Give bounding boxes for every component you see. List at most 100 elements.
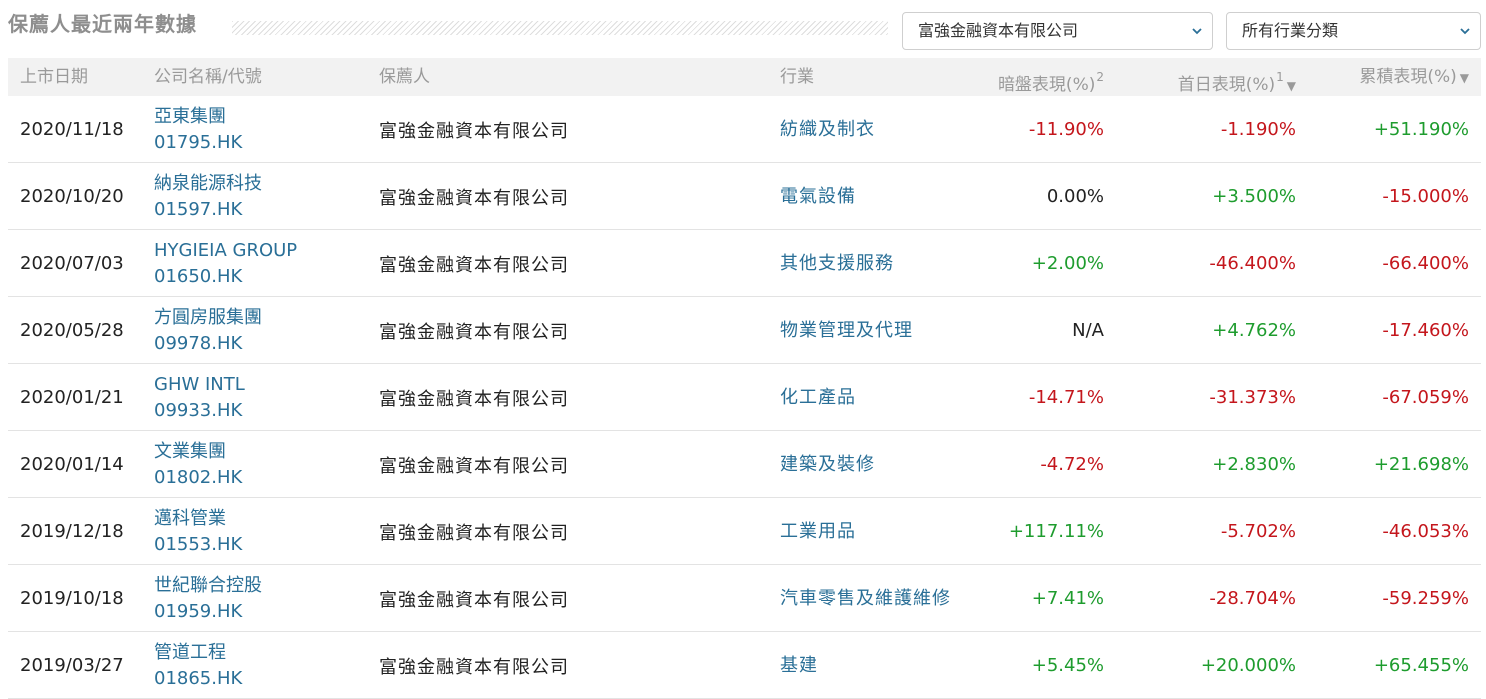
company-code-link[interactable]: 01597.HK bbox=[154, 197, 242, 223]
company-code-link[interactable]: 01553.HK bbox=[154, 532, 242, 558]
sort-desc-icon: ▼ bbox=[1286, 79, 1296, 93]
industry-select[interactable]: 所有行業分類 bbox=[1226, 12, 1481, 50]
table-row: 2019/03/27 管道工程 01865.HK 富強金融資本有限公司 基建 +5.45%… bbox=[8, 632, 1481, 699]
grey-market-performance: +2.00% bbox=[1031, 253, 1104, 274]
grey-market-performance: +5.45% bbox=[1031, 655, 1104, 676]
company-code-link[interactable]: 01865.HK bbox=[154, 666, 242, 692]
chevron-down-icon bbox=[1460, 28, 1470, 35]
sponsor-select[interactable]: 富強金融資本有限公司 bbox=[902, 12, 1213, 50]
grey-market-performance: -11.90% bbox=[1028, 119, 1104, 140]
listing-date: 2020/10/20 bbox=[20, 186, 124, 207]
company-cell: 亞東集團 01795.HK bbox=[154, 96, 242, 163]
industry-link[interactable]: 建築及裝修 bbox=[780, 452, 875, 478]
company-cell: 邁科管業 01553.HK bbox=[154, 498, 242, 565]
industry-cell: 化工產品 bbox=[780, 364, 960, 431]
first-day-performance: +3.500% bbox=[1212, 186, 1296, 207]
column-header-grey: 暗盤表現(%)2 bbox=[997, 70, 1104, 95]
company-cell: 管道工程 01865.HK bbox=[154, 632, 242, 699]
company-code-link[interactable]: 01795.HK bbox=[154, 130, 242, 156]
cumulative-performance: +65.455% bbox=[1373, 655, 1469, 676]
sponsor-select-value: 富強金融資本有限公司 bbox=[918, 21, 1079, 40]
table-row: 2019/12/18 邁科管業 01553.HK 富強金融資本有限公司 工業用品 +117… bbox=[8, 498, 1481, 565]
company-cell: GHW INTL 09933.HK bbox=[154, 364, 245, 431]
grey-market-performance: -4.72% bbox=[1040, 454, 1104, 475]
company-cell: 文業集團 01802.HK bbox=[154, 431, 242, 498]
industry-link[interactable]: 汽車零售及維護維修 bbox=[780, 586, 951, 612]
industry-select-value: 所有行業分類 bbox=[1242, 21, 1339, 40]
first-day-performance: +2.830% bbox=[1212, 454, 1296, 475]
sponsor-name: 富強金融資本有限公司 bbox=[379, 187, 569, 209]
cumulative-performance: -17.460% bbox=[1382, 320, 1469, 341]
industry-cell: 建築及裝修 bbox=[780, 431, 960, 498]
column-header-first-day[interactable]: 首日表現(%)1▼ bbox=[1178, 58, 1296, 96]
company-code-link[interactable]: 01802.HK bbox=[154, 465, 242, 491]
chevron-down-icon bbox=[1192, 28, 1202, 35]
table-header: 上市日期 公司名稱/代號 保薦人 行業 暗盤表現(%)2 首日表現(%)1▼ 累… bbox=[8, 58, 1481, 96]
table-row: 2020/11/18 亞東集團 01795.HK 富強金融資本有限公司 紡織及制衣 -11… bbox=[8, 96, 1481, 163]
grey-market-performance: +117.11% bbox=[1008, 521, 1104, 542]
column-header-date: 上市日期 bbox=[20, 67, 88, 87]
first-day-performance: +4.762% bbox=[1212, 320, 1296, 341]
company-name-link[interactable]: 亞東集團 bbox=[154, 104, 226, 130]
cumulative-performance: +51.190% bbox=[1373, 119, 1469, 140]
grey-market-performance: 0.00% bbox=[1046, 186, 1104, 207]
footnote-marker: 2 bbox=[1096, 70, 1104, 84]
industry-cell: 紡織及制衣 bbox=[780, 96, 960, 163]
column-header-sponsor: 保薦人 bbox=[379, 67, 430, 87]
column-header-industry: 行業 bbox=[780, 67, 814, 87]
company-name-link[interactable]: 邁科管業 bbox=[154, 506, 226, 532]
company-name-link[interactable]: 納泉能源科技 bbox=[154, 171, 262, 197]
cumulative-performance: -66.400% bbox=[1382, 253, 1469, 274]
company-name-link[interactable]: 世紀聯合控股 bbox=[154, 573, 262, 599]
listing-date: 2019/10/18 bbox=[20, 588, 124, 609]
sponsor-name: 富強金融資本有限公司 bbox=[379, 254, 569, 276]
industry-cell: 電氣設備 bbox=[780, 163, 960, 230]
company-name-link[interactable]: GHW INTL bbox=[154, 372, 245, 398]
listing-date: 2020/11/18 bbox=[20, 119, 124, 140]
cumulative-performance: -67.059% bbox=[1382, 387, 1469, 408]
company-cell: 納泉能源科技 01597.HK bbox=[154, 163, 262, 230]
cumulative-performance: -59.259% bbox=[1382, 588, 1469, 609]
industry-link[interactable]: 紡織及制衣 bbox=[780, 117, 875, 143]
sponsor-name: 富強金融資本有限公司 bbox=[379, 455, 569, 477]
table-row: 2020/01/21 GHW INTL 09933.HK 富強金融資本有限公司 化工產品… bbox=[8, 364, 1481, 431]
company-code-link[interactable]: 01650.HK bbox=[154, 264, 242, 290]
industry-cell: 汽車零售及維護維修 bbox=[780, 565, 960, 632]
sponsor-name: 富強金融資本有限公司 bbox=[379, 321, 569, 343]
company-cell: HYGIEIA GROUP 01650.HK bbox=[154, 230, 297, 297]
company-name-link[interactable]: 方圓房服集團 bbox=[154, 305, 262, 331]
column-header-cumulative[interactable]: 累積表現(%) ▼ bbox=[1359, 58, 1469, 96]
industry-cell: 基建 bbox=[780, 632, 960, 699]
company-name-link[interactable]: 管道工程 bbox=[154, 640, 226, 666]
industry-cell: 工業用品 bbox=[780, 498, 960, 565]
table-row: 2020/05/28 方圓房服集團 09978.HK 富強金融資本有限公司 物業管理及代… bbox=[8, 297, 1481, 364]
toolbar: 保薦人最近兩年數據 富強金融資本有限公司 所有行業分類 bbox=[0, 0, 1486, 56]
listing-date: 2020/01/14 bbox=[20, 454, 124, 475]
listing-date: 2020/05/28 bbox=[20, 320, 124, 341]
company-code-link[interactable]: 01959.HK bbox=[154, 599, 242, 625]
company-name-link[interactable]: 文業集團 bbox=[154, 439, 226, 465]
industry-link[interactable]: 基建 bbox=[780, 653, 818, 679]
table-row: 2019/10/18 世紀聯合控股 01959.HK 富強金融資本有限公司 汽車零售及維… bbox=[8, 565, 1481, 632]
industry-link[interactable]: 化工產品 bbox=[780, 385, 856, 411]
company-name-link[interactable]: HYGIEIA GROUP bbox=[154, 238, 297, 264]
industry-link[interactable]: 物業管理及代理 bbox=[780, 318, 913, 344]
listing-date: 2020/07/03 bbox=[20, 253, 124, 274]
table-body: 2020/11/18 亞東集團 01795.HK 富強金融資本有限公司 紡織及制衣 -11… bbox=[8, 96, 1481, 699]
table-row: 2020/07/03 HYGIEIA GROUP 01650.HK 富強金融資本有限公… bbox=[8, 230, 1481, 297]
company-code-link[interactable]: 09933.HK bbox=[154, 398, 242, 424]
first-day-performance: -31.373% bbox=[1209, 387, 1296, 408]
grey-market-performance: N/A bbox=[1072, 320, 1104, 341]
industry-link[interactable]: 電氣設備 bbox=[780, 184, 856, 210]
company-code-link[interactable]: 09978.HK bbox=[154, 331, 242, 357]
grey-market-performance: -14.71% bbox=[1028, 387, 1104, 408]
title-divider bbox=[232, 21, 888, 35]
industry-link[interactable]: 工業用品 bbox=[780, 519, 856, 545]
first-day-performance: +20.000% bbox=[1200, 655, 1296, 676]
grey-market-performance: +7.41% bbox=[1031, 588, 1104, 609]
first-day-performance: -28.704% bbox=[1209, 588, 1296, 609]
first-day-performance: -5.702% bbox=[1220, 521, 1296, 542]
sponsor-name: 富強金融資本有限公司 bbox=[379, 589, 569, 611]
industry-link[interactable]: 其他支援服務 bbox=[780, 251, 894, 277]
sponsor-name: 富強金融資本有限公司 bbox=[379, 388, 569, 410]
